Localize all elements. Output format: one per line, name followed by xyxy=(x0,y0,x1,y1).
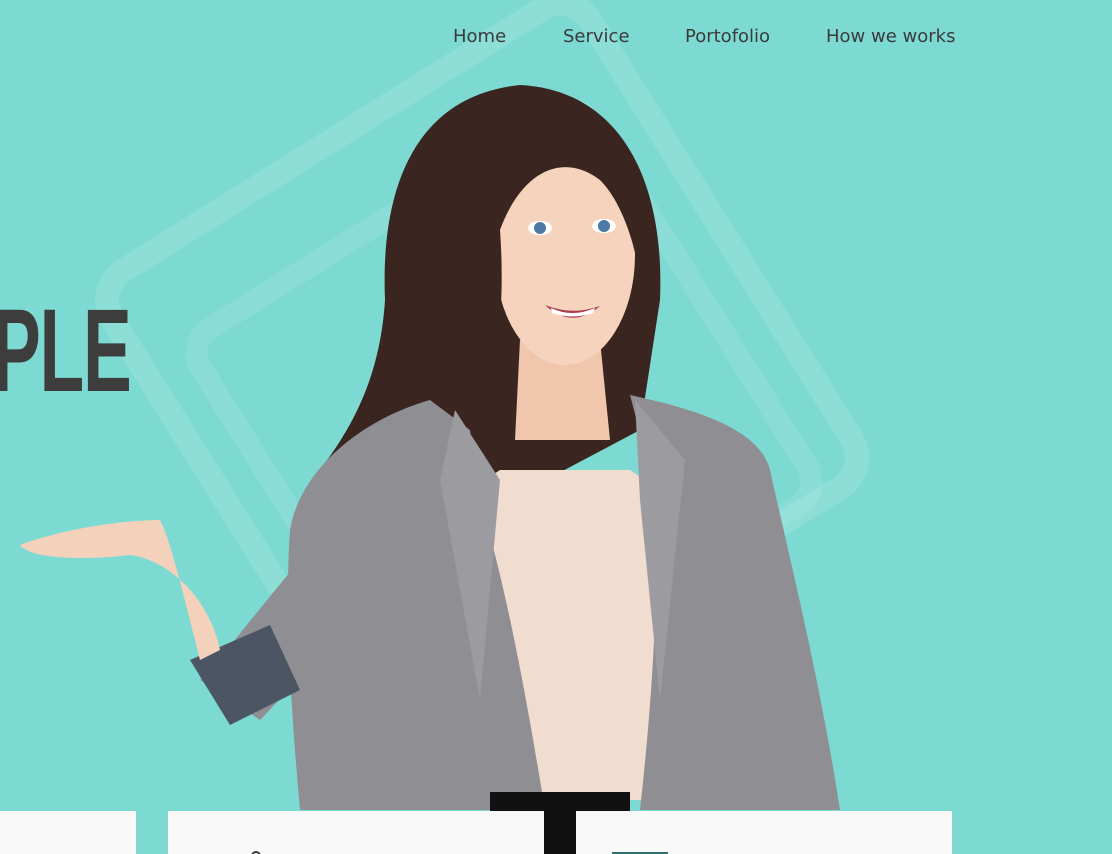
feature-card-2 xyxy=(168,811,544,854)
hero-person-image xyxy=(20,85,840,854)
pin-icon xyxy=(250,847,262,854)
feature-card-1 xyxy=(0,811,136,854)
tray-icon xyxy=(612,847,668,854)
feature-card-3 xyxy=(576,811,952,854)
